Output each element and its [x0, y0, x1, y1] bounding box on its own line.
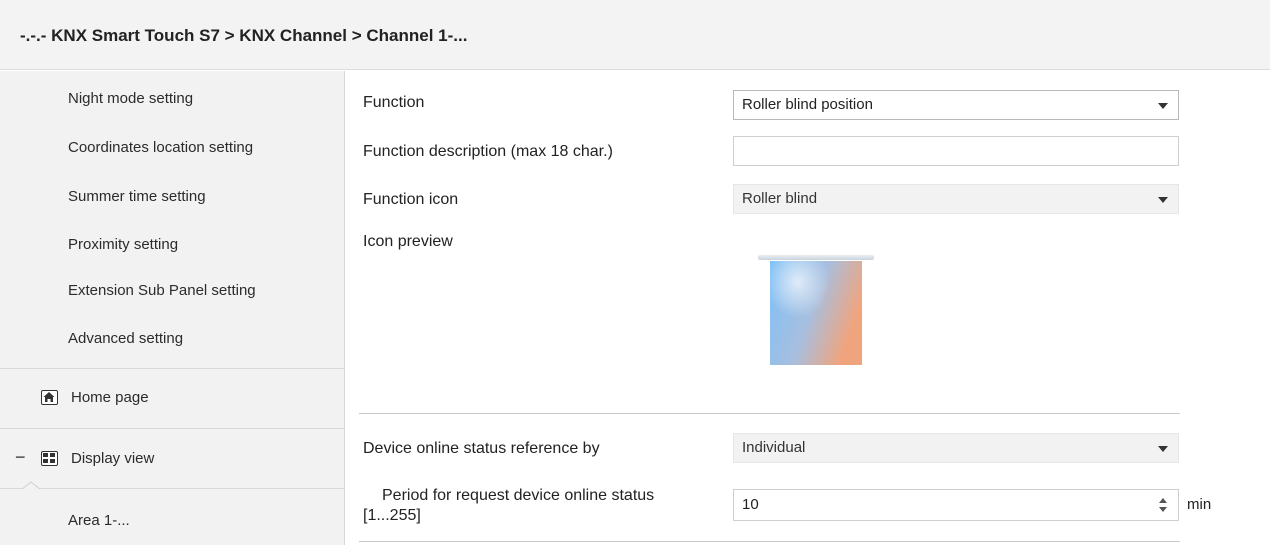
sidebar: Night mode setting Coordinates location … [0, 71, 345, 545]
function-description-input[interactable] [733, 136, 1179, 166]
spin-arrows-icon[interactable] [1158, 496, 1168, 514]
icon-preview-label: Icon preview [363, 233, 453, 250]
sidebar-item-night-mode[interactable]: Night mode setting [68, 90, 193, 107]
title-bar: -.-.- KNX Smart Touch S7 > KNX Channel >… [0, 0, 1270, 70]
sidebar-item-extension-sub-panel[interactable]: Extension Sub Panel setting [68, 282, 256, 299]
chevron-down-icon [1158, 446, 1168, 452]
device-online-status-value: Individual [742, 439, 806, 456]
sidebar-item-area[interactable]: Area 1-... [68, 512, 130, 529]
function-select-value: Roller blind position [742, 96, 873, 113]
section-divider [359, 541, 1180, 542]
display-grid-icon [41, 451, 58, 466]
sidebar-item-proximity[interactable]: Proximity setting [68, 236, 178, 253]
function-icon-label: Function icon [363, 191, 459, 208]
sidebar-section-home-page[interactable]: Home page [0, 369, 345, 427]
function-select[interactable]: Roller blind position [733, 90, 1179, 120]
period-spinbox[interactable]: 10 [733, 489, 1179, 521]
sidebar-item-summer-time[interactable]: Summer time setting [68, 188, 206, 205]
function-description-label: Function description (max 18 char.) [363, 143, 613, 160]
period-label: Period for request device online status [382, 487, 655, 504]
chevron-down-icon [1158, 103, 1168, 109]
breadcrumb: -.-.- KNX Smart Touch S7 > KNX Channel >… [20, 26, 468, 45]
section-divider [359, 413, 1180, 414]
function-label: Function [363, 94, 425, 111]
function-icon-select[interactable]: Roller blind [733, 184, 1179, 214]
sidebar-divider [0, 488, 345, 489]
roller-blind-icon [758, 255, 874, 365]
chevron-down-icon [1158, 197, 1168, 203]
parameter-panel: Function Roller blind position Function … [346, 71, 1270, 545]
device-online-status-select[interactable]: Individual [733, 433, 1179, 463]
sidebar-section-label: Display view [71, 450, 155, 467]
period-unit: min [1187, 496, 1212, 513]
home-icon [41, 390, 58, 405]
period-range-label: [1...255] [363, 507, 421, 524]
function-icon-select-value: Roller blind [742, 190, 818, 207]
sidebar-item-coordinates[interactable]: Coordinates location setting [68, 139, 253, 156]
tree-notch-icon [22, 481, 40, 490]
device-online-status-label: Device online status reference by [363, 440, 600, 457]
period-value: 10 [742, 496, 759, 513]
sidebar-item-advanced[interactable]: Advanced setting [68, 330, 183, 347]
sidebar-section-display-view[interactable]: − Display view [0, 429, 345, 487]
collapse-toggle[interactable]: − [15, 447, 26, 468]
sidebar-section-label: Home page [71, 389, 149, 406]
